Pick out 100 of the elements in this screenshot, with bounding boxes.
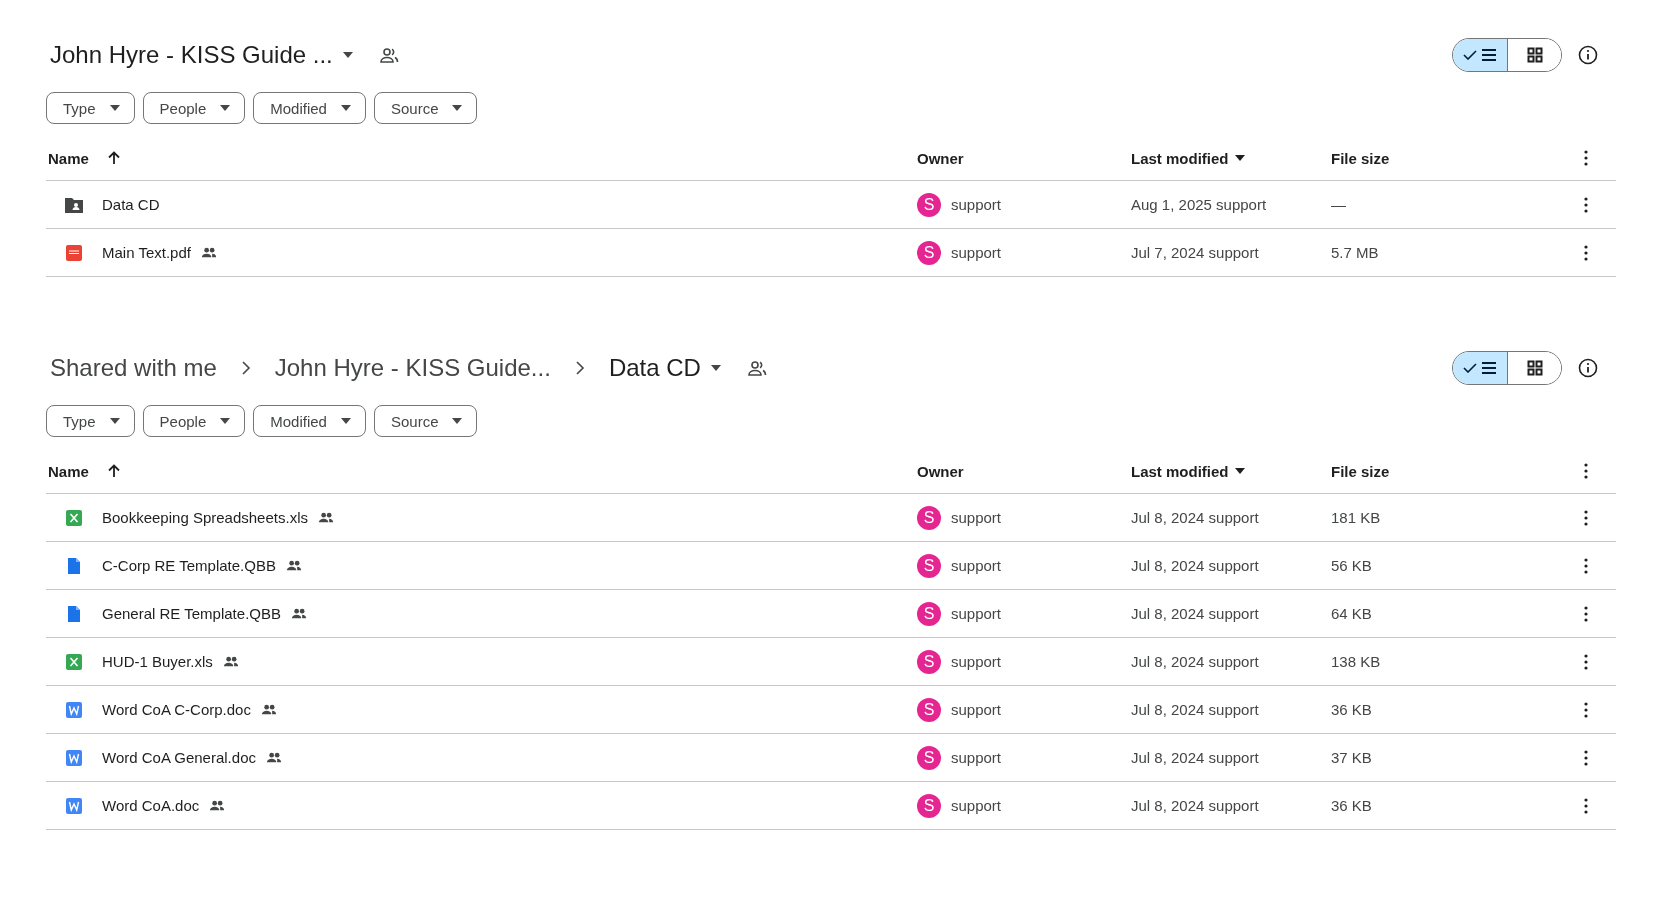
avatar: S	[917, 505, 941, 530]
kebab-icon	[1584, 749, 1588, 766]
filter-chip[interactable]: People	[142, 405, 246, 437]
avatar: S	[917, 697, 941, 722]
caret-icon	[109, 418, 120, 424]
word-file-icon	[64, 747, 84, 768]
spreadsheet-file-icon	[64, 507, 84, 528]
filter-chip[interactable]: Type	[46, 92, 135, 124]
modified-date: Jul 8, 2024 support	[1131, 605, 1259, 622]
grid-icon	[1526, 360, 1543, 376]
word-file-icon	[64, 699, 84, 720]
modified-date: Jul 8, 2024 support	[1131, 701, 1259, 718]
file-name[interactable]: Main Text.pdf	[102, 244, 191, 261]
modified-date: Jul 8, 2024 support	[1131, 797, 1259, 814]
file-name[interactable]: Data CD	[102, 196, 160, 213]
caret-icon	[452, 105, 463, 111]
column-header[interactable]: Last modified	[1131, 462, 1229, 480]
sort-up-arrow-icon[interactable]	[106, 464, 121, 478]
file-size: 36 KB	[1331, 701, 1372, 718]
check-icon	[1463, 50, 1477, 60]
kebab-icon	[1584, 244, 1588, 261]
file-name[interactable]: Word CoA General.doc	[102, 749, 256, 766]
avatar: S	[917, 793, 941, 818]
filter-chip[interactable]: Source	[373, 92, 478, 124]
file-size: 64 KB	[1331, 605, 1372, 622]
filter-chip[interactable]: Source	[373, 405, 478, 437]
column-header[interactable]: Last modified	[1131, 149, 1229, 167]
owner-name: support	[951, 797, 1002, 814]
breadcrumb[interactable]: John Hyre - KISS Guide...	[270, 354, 555, 382]
more-options-icon[interactable]	[1584, 150, 1588, 166]
pdf-file-icon	[64, 242, 84, 263]
file-name[interactable]: Bookkeeping Spreadsheets.xls	[102, 509, 308, 526]
file-size: 138 KB	[1331, 653, 1381, 670]
chevron-right-icon	[240, 361, 251, 375]
grid-icon	[1526, 47, 1543, 63]
file-name[interactable]: Word CoA C-Corp.doc	[102, 701, 251, 718]
caret-icon	[220, 105, 231, 111]
view-toggle[interactable]	[1452, 38, 1562, 72]
spreadsheet-file-icon	[64, 651, 84, 672]
caret-icon	[340, 418, 351, 424]
caret-icon	[710, 365, 721, 371]
column-header[interactable]: Owner	[917, 462, 964, 480]
file-name[interactable]: HUD-1 Buyer.xls	[102, 653, 213, 670]
file-size: 56 KB	[1331, 557, 1372, 574]
column-header[interactable]: Name	[48, 462, 89, 480]
filter-chip[interactable]: Modified	[253, 405, 366, 437]
owner-name: support	[951, 196, 1002, 213]
modified-date: Jul 8, 2024 support	[1131, 557, 1259, 574]
column-header[interactable]: Owner	[917, 149, 964, 167]
check-icon	[1463, 363, 1477, 373]
more-options-icon[interactable]	[1584, 463, 1588, 479]
file-size: 5.7 MB	[1331, 244, 1379, 261]
sort-up-arrow-icon[interactable]	[106, 151, 121, 165]
list-view-button[interactable]	[1453, 39, 1507, 71]
modified-date: Jul 8, 2024 support	[1131, 653, 1259, 670]
view-toggle[interactable]	[1452, 351, 1562, 385]
info-icon[interactable]	[1578, 45, 1598, 65]
modified-date: Jul 7, 2024 support	[1131, 244, 1259, 261]
caret-icon	[340, 105, 351, 111]
breadcrumb[interactable]: Shared with me	[46, 354, 221, 382]
avatar: S	[917, 745, 941, 770]
sort-down-caret-icon[interactable]	[1234, 468, 1245, 474]
kebab-icon	[1584, 557, 1588, 574]
caret-icon	[342, 52, 353, 58]
caret-icon	[109, 105, 120, 111]
column-header[interactable]: File size	[1331, 149, 1390, 167]
word-file-icon	[64, 795, 84, 816]
file-name[interactable]: Word CoA.doc	[102, 797, 200, 814]
breadcrumb[interactable]: John Hyre - KISS Guide ...	[46, 41, 357, 69]
grid-view-button[interactable]	[1507, 39, 1561, 71]
file-size: 181 KB	[1331, 509, 1381, 526]
breadcrumb[interactable]: Data CD	[604, 354, 725, 382]
file-size: —	[1331, 196, 1346, 213]
grid-view-button[interactable]	[1507, 352, 1561, 384]
owner-name: support	[951, 701, 1002, 718]
owner-name: support	[951, 557, 1002, 574]
caret-icon	[220, 418, 231, 424]
chevron-right-icon	[574, 361, 585, 375]
avatar: S	[917, 649, 941, 674]
column-header[interactable]: File size	[1331, 462, 1390, 480]
filter-chip[interactable]: Type	[46, 405, 135, 437]
file-name[interactable]: C-Corp RE Template.QBB	[102, 557, 276, 574]
modified-date: Jul 8, 2024 support	[1131, 749, 1259, 766]
sort-down-caret-icon[interactable]	[1234, 155, 1245, 161]
filter-chip[interactable]: Modified	[253, 92, 366, 124]
file-size: 37 KB	[1331, 749, 1372, 766]
kebab-icon	[1584, 797, 1588, 814]
info-icon[interactable]	[1578, 358, 1598, 378]
avatar: S	[917, 192, 941, 217]
file-name[interactable]: General RE Template.QBB	[102, 605, 281, 622]
owner-name: support	[951, 605, 1002, 622]
file-size: 36 KB	[1331, 797, 1372, 814]
list-view-button[interactable]	[1453, 352, 1507, 384]
filter-chip[interactable]: People	[142, 92, 246, 124]
column-header[interactable]: Name	[48, 149, 89, 167]
owner-name: support	[951, 653, 1002, 670]
list-icon	[1481, 362, 1497, 374]
modified-date: Jul 8, 2024 support	[1131, 509, 1259, 526]
kebab-icon	[1584, 509, 1588, 526]
owner-name: support	[951, 509, 1002, 526]
